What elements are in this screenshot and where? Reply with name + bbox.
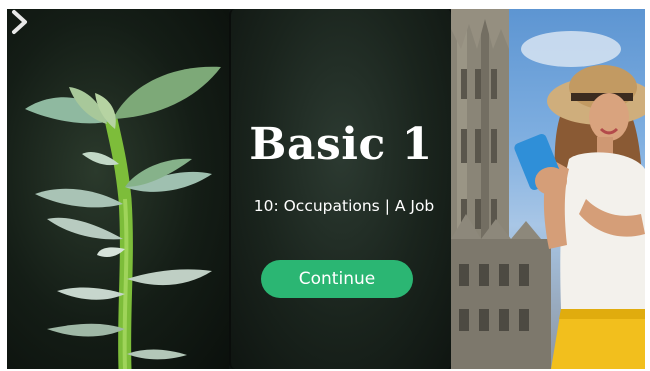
lesson-subtitle: 10: Occupations | A Job <box>253 197 435 215</box>
continue-button[interactable]: Continue <box>261 260 413 298</box>
chevron-right-icon[interactable] <box>7 9 33 35</box>
next-lesson-card[interactable] <box>451 9 645 369</box>
woman-city-image <box>451 9 645 369</box>
lesson-carousel: Basic 1 10: Occupations | A Job Continue <box>7 9 645 369</box>
plant-image <box>25 66 221 369</box>
current-lesson-card: Basic 1 10: Occupations | A Job Continue <box>229 9 453 369</box>
lesson-title: Basic 1 <box>249 119 433 170</box>
previous-lesson-card[interactable] <box>7 9 229 369</box>
